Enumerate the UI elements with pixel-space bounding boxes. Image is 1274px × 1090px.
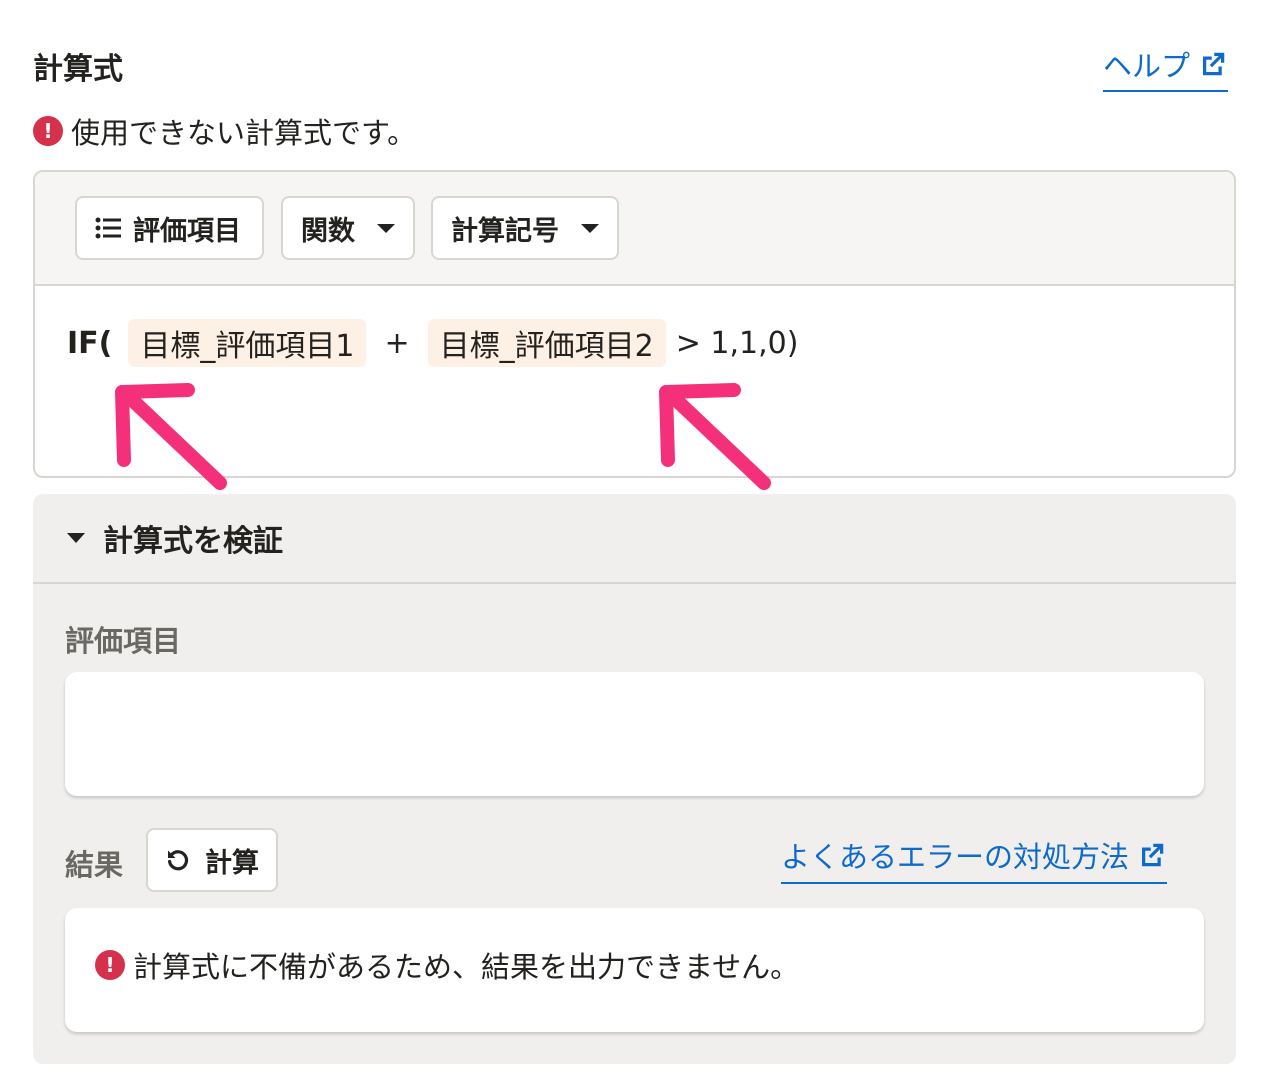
calculate-button-label: 計算 [205, 847, 259, 879]
formula-prefix: IF( [67, 325, 113, 361]
external-link-icon [1142, 843, 1164, 867]
verify-heading: 計算式を検証 [103, 524, 283, 559]
verify-panel: 計算式を検証 評価項目 結果 計算 よくあるエラーの対処方法 ! 計算式に不備が… [33, 494, 1236, 1064]
formula-error-text: 使用できない計算式です。 [71, 116, 417, 150]
formula-error: ! 使用できない計算式です。 [33, 110, 416, 152]
evaluation-items-button[interactable]: 評価項目 [75, 196, 264, 260]
functions-dropdown[interactable]: 関数 [281, 196, 415, 260]
functions-label: 関数 [301, 215, 355, 247]
calculate-button[interactable]: 計算 [146, 828, 278, 892]
formula-input[interactable]: IF( 目標_評価項目1 + 目標_評価項目2 > 1,1,0) [67, 319, 810, 367]
formula-token-1[interactable]: 目標_評価項目1 [128, 319, 367, 367]
help-link-label: ヘルプ [1103, 49, 1191, 83]
caret-down-icon [581, 223, 599, 233]
evaluation-items-section-label: 評価項目 [65, 624, 182, 658]
result-error-text: 計算式に不備があるため、結果を出力できません。 [133, 950, 800, 984]
result-box: ! 計算式に不備があるため、結果を出力できません。 [65, 908, 1204, 1032]
formula-section-title: 計算式 [33, 52, 123, 87]
operators-dropdown[interactable]: 計算記号 [431, 196, 619, 260]
error-faq-link-label: よくあるエラーの対処方法 [781, 840, 1130, 874]
caret-down-icon [377, 223, 395, 233]
formula-toolbar: 評価項目 関数 計算記号 [35, 172, 1234, 286]
error-faq-link[interactable]: よくあるエラーの対処方法 [781, 834, 1168, 884]
refresh-icon [168, 850, 189, 871]
formula-editor: 評価項目 関数 計算記号 IF( 目標_評価項目1 + 目標_評価項目2 > 1… [33, 170, 1236, 478]
external-link-icon [1203, 52, 1225, 76]
error-icon: ! [33, 116, 63, 146]
verify-toggle[interactable]: 計算式を検証 [33, 494, 1236, 584]
help-link[interactable]: ヘルプ [1103, 40, 1229, 92]
evaluation-items-box [65, 672, 1204, 796]
result-error: ! 計算式に不備があるため、結果を出力できません。 [95, 944, 799, 986]
result-label: 結果 [65, 848, 124, 882]
formula-suffix: > 1,1,0) [675, 325, 799, 361]
evaluation-items-label: 評価項目 [133, 215, 241, 247]
error-icon: ! [95, 950, 125, 980]
formula-operator: + [384, 325, 410, 361]
caret-down-icon [67, 533, 85, 543]
list-icon [95, 217, 121, 239]
operators-label: 計算記号 [451, 215, 559, 247]
formula-token-2[interactable]: 目標_評価項目2 [427, 319, 666, 367]
